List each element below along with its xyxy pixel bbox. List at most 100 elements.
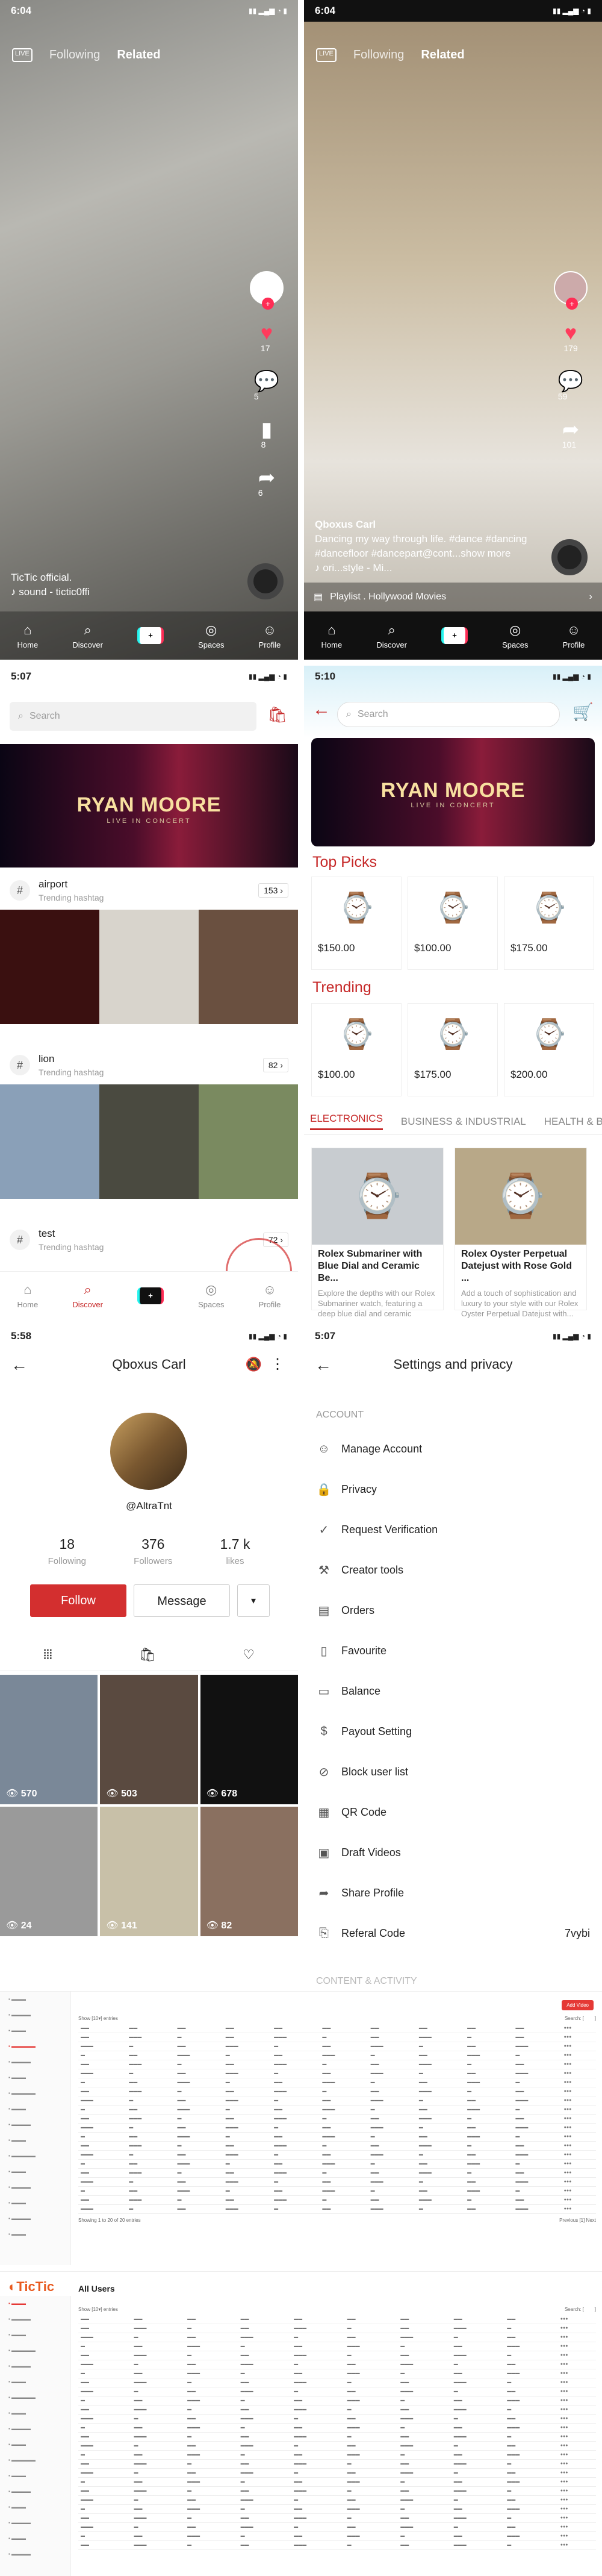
tab-business-industrial[interactable]: BUSINESS & INDUSTRIAL (401, 1116, 526, 1128)
table-cell[interactable]: ●●● (557, 2405, 596, 2415)
table-cell[interactable]: ●●● (557, 2504, 596, 2514)
avatar[interactable] (110, 1413, 187, 1490)
nav-profile[interactable]: ☺ Profile (259, 1282, 281, 1309)
creator-name[interactable]: Qboxus Carl (315, 517, 550, 532)
back-arrow-icon[interactable]: ← (312, 699, 330, 720)
table-cell[interactable]: ●●● (557, 2387, 596, 2396)
sidebar-item[interactable]: ▪ ▬▬▬ (0, 2327, 70, 2343)
table-cell[interactable]: ●●● (557, 2459, 596, 2469)
settings-item[interactable]: 🔒 Privacy (316, 1477, 590, 1501)
sidebar-item[interactable]: ▪ ▬▬▬▬ (0, 2515, 70, 2531)
table-cell[interactable]: ●●● (561, 2042, 596, 2051)
table-cell[interactable]: ●●● (561, 2069, 596, 2078)
video-thumbnail[interactable]: 👁 141 (100, 1807, 198, 1936)
settings-item[interactable]: ▤ Orders (316, 1598, 590, 1622)
settings-item[interactable]: ▭ Balance (316, 1679, 590, 1703)
settings-item[interactable]: ⊘ Block user list (316, 1760, 590, 1784)
more-icon[interactable]: ⋮ (270, 1355, 285, 1373)
promo-banner[interactable]: RYAN MOORE LIVE IN CONCERT (0, 744, 298, 868)
add-video-button[interactable]: Add Video (562, 2000, 594, 2010)
table-cell[interactable]: ●●● (561, 2051, 596, 2060)
table-cell[interactable]: ●●● (557, 2540, 596, 2550)
sidebar-item[interactable]: ▪ ▬▬▬▬ (0, 2054, 70, 2070)
table-cell[interactable]: ●●● (557, 2522, 596, 2532)
video-thumbnail[interactable]: 👁 678 (200, 1675, 298, 1804)
table-cell[interactable]: ●●● (557, 2432, 596, 2442)
sidebar-item[interactable]: ▪ ▬▬▬▬ (0, 2359, 70, 2374)
video-thumbnail[interactable] (0, 910, 99, 1024)
settings-item[interactable]: ✓ Request Verification (316, 1518, 590, 1542)
tab-health-beauty[interactable]: HEALTH & B (544, 1116, 602, 1128)
settings-item[interactable]: ☺ Manage Account (316, 1437, 590, 1461)
table-cell[interactable]: ●●● (557, 2441, 596, 2451)
table-cell[interactable]: ●●● (561, 2123, 596, 2133)
search-input[interactable]: ⌕ Search (10, 702, 256, 731)
nav-home[interactable]: ⌂ Home (321, 622, 343, 649)
settings-item[interactable]: ▣ Draft Videos (316, 1840, 590, 1865)
sidebar-item[interactable]: ▪ ▬▬▬▬ (0, 2180, 70, 2195)
table-cell[interactable]: ●●● (557, 2351, 596, 2360)
nav-discover[interactable]: ⌕ Discover (72, 1282, 103, 1309)
sidebar-item[interactable]: ▪ ▬▬▬ (0, 2101, 70, 2117)
tab-following[interactable]: Following (49, 48, 100, 62)
comment-button[interactable]: 💬 59 (558, 371, 583, 401)
settings-item[interactable]: ▦ QR Code (316, 1800, 590, 1824)
nav-spaces[interactable]: ◎ Spaces (198, 622, 224, 649)
sidebar-item[interactable]: ▪ ▬▬▬ (0, 2164, 70, 2180)
sidebar-item[interactable]: ▪ ▬▬▬▬▬ (0, 2343, 70, 2359)
table-cell[interactable]: ●●● (561, 2177, 596, 2187)
sidebar-item[interactable]: ▪ ▬▬▬ (0, 2227, 70, 2242)
sidebar-item[interactable]: ▪ ▬▬▬▬ (0, 2117, 70, 2133)
sidebar-item[interactable]: ▪ ▬▬▬ (0, 2195, 70, 2211)
live-icon[interactable]: LIVE (12, 48, 33, 62)
table-cell[interactable]: ●●● (561, 2114, 596, 2124)
video-thumbnail[interactable] (99, 1084, 199, 1199)
table-cell[interactable]: ●●● (557, 2324, 596, 2333)
video-thumbnail[interactable]: 👁 503 (100, 1675, 198, 1804)
product-card[interactable]: ⌚ $200.00 (504, 1003, 594, 1096)
save-button[interactable]: ▮ 8 (261, 419, 273, 449)
length-control[interactable]: Show [10▾] entries (78, 2307, 118, 2312)
sidebar-item[interactable]: ▪ ▬▬▬ (0, 2499, 70, 2515)
nav-spaces[interactable]: ◎ Spaces (198, 1282, 224, 1309)
table-cell[interactable]: ●●● (557, 2333, 596, 2342)
video-thumbnail[interactable]: 👁 24 (0, 1807, 98, 1936)
table-cell[interactable]: ●●● (557, 2468, 596, 2478)
nav-home[interactable]: ⌂ Home (17, 622, 39, 649)
video-thumbnail[interactable] (99, 910, 199, 1024)
chevron-down-icon[interactable]: ▾ (237, 1584, 270, 1617)
product-card[interactable]: ⌚ $150.00 (311, 877, 402, 970)
table-cell[interactable]: ●●● (557, 2495, 596, 2505)
hashtag-count[interactable]: 153 › (258, 883, 288, 898)
table-cell[interactable]: ●●● (561, 2204, 596, 2214)
table-cell[interactable]: ●●● (561, 2105, 596, 2115)
creator-avatar[interactable]: + (554, 271, 588, 310)
share-button[interactable]: ➦ 101 (562, 419, 580, 449)
sidebar-item-active[interactable]: ▪ ▬▬▬ (0, 2296, 70, 2312)
sidebar-item[interactable]: ▪ ▬▬▬ (0, 2437, 70, 2453)
table-cell[interactable]: ●●● (557, 2414, 596, 2424)
nav-create[interactable]: + (137, 627, 164, 644)
hashtag-count[interactable]: 82 › (262, 1058, 288, 1072)
nav-create[interactable]: + (137, 1287, 164, 1304)
table-cell[interactable]: ●●● (561, 2060, 596, 2069)
table-cell[interactable]: ●●● (561, 2033, 596, 2042)
table-cell[interactable]: ●●● (557, 2369, 596, 2378)
sidebar-item[interactable]: ▪ ▬▬▬ (0, 1992, 70, 2007)
cart-icon[interactable]: 🛒 (573, 702, 594, 722)
sidebar-item[interactable]: ▪ ▬▬▬▬ (0, 2546, 70, 2562)
music-disc-icon[interactable] (247, 563, 284, 599)
music-disc-icon[interactable] (551, 539, 588, 575)
table-cell[interactable]: ●●● (557, 2378, 596, 2387)
product-card[interactable]: ⌚ $175.00 (408, 1003, 498, 1096)
sidebar-item[interactable]: ▪ ▬▬▬▬ (0, 2007, 70, 2023)
nav-create[interactable]: + (441, 627, 468, 644)
table-cell[interactable]: ●●● (561, 2195, 596, 2205)
settings-item[interactable]: ➦ Share Profile (316, 1881, 590, 1905)
tab-following[interactable]: Following (353, 48, 404, 62)
video-thumbnail[interactable] (0, 1084, 99, 1199)
follow-plus-icon[interactable]: + (262, 298, 274, 310)
hashtag-row[interactable]: # lion Trending hashtag 82 › (0, 1048, 298, 1082)
nav-profile[interactable]: ☺ Profile (563, 622, 585, 649)
liked-icon[interactable]: ♡ (243, 1647, 255, 1663)
